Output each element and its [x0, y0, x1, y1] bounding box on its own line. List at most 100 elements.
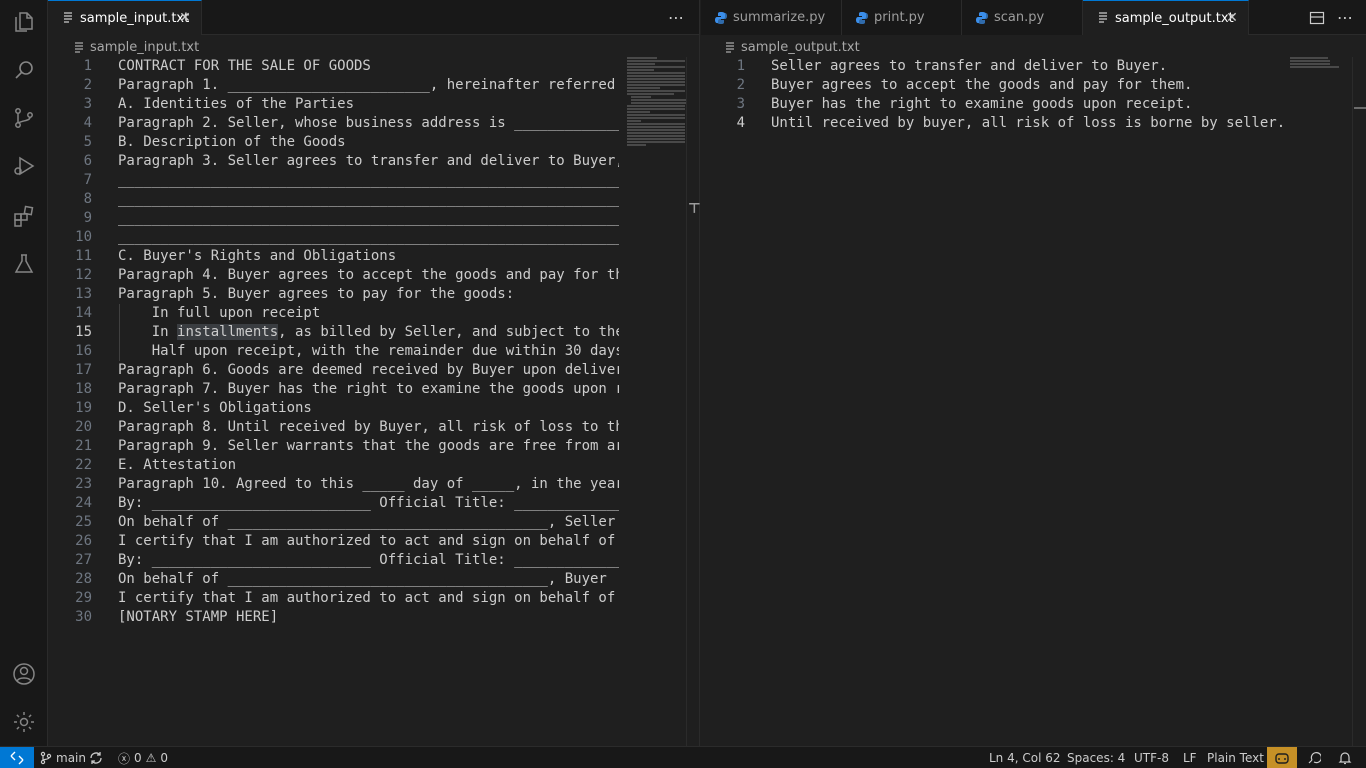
more-actions-icon[interactable]: ⋯ [668, 0, 684, 35]
code-line[interactable]: 11 C. Buyer's Rights and Obligations [48, 247, 620, 266]
remote-indicator[interactable] [0, 747, 34, 768]
code-editor-right[interactable]: 1 Seller agrees to transfer and deliver t… [701, 57, 1286, 746]
code-line[interactable]: 27 By: __________________________ Officia… [48, 551, 620, 570]
close-icon[interactable]: ✕ [1224, 10, 1240, 26]
code-line[interactable]: 8 _______________________________________… [48, 190, 620, 209]
tab-sample-input[interactable]: sample_input.txt ✕ [48, 0, 202, 35]
line-text: Paragraph 7. Buyer has the right to exam… [118, 381, 619, 397]
code-line[interactable]: 26 I certify that I am authorized to act … [48, 532, 620, 551]
minimap-line [627, 120, 641, 122]
code-line[interactable]: 15 In installments, as billed by Seller,… [48, 323, 620, 342]
line-number: 16 [75, 343, 92, 359]
code-line[interactable]: 21 Paragraph 9. Seller warrants that the … [48, 437, 620, 456]
code-line[interactable]: 30 [NOTARY STAMP HERE] [48, 608, 620, 627]
language-mode[interactable]: Plain Text [1207, 747, 1264, 768]
minimap-line [627, 105, 685, 107]
feedback-icon[interactable] [1307, 747, 1321, 768]
indentation[interactable]: Spaces: 4 [1067, 747, 1125, 768]
sync-icon[interactable] [89, 747, 103, 768]
code-line[interactable]: 3 A. Identities of the Parties [48, 95, 620, 114]
problems-indicator[interactable]: ⓧ 0 ⚠ 0 [118, 747, 168, 768]
line-number: 13 [75, 286, 92, 302]
line-text: ________________________________________… [118, 229, 619, 245]
code-line[interactable]: 2 Buyer agrees to accept the goods and pa… [701, 76, 1285, 95]
scrollbar-left[interactable] [686, 57, 700, 746]
code-line[interactable]: 3 Buyer has the right to examine goods up… [701, 95, 1285, 114]
tab-label: sample_input.txt [80, 10, 190, 26]
branch-name: main [56, 751, 86, 765]
minimap-line [627, 60, 685, 62]
code-line[interactable]: 12 Paragraph 4. Buyer agrees to accept th… [48, 266, 620, 285]
editor-group-left: sample_input.txt ✕ ⋯ sample_input.txt 1 C… [48, 0, 700, 746]
code-line[interactable]: 19 D. Seller's Obligations [48, 399, 620, 418]
line-text: Buyer agrees to accept the goods and pay… [771, 77, 1193, 93]
file-lines-icon [75, 42, 83, 53]
breadcrumb[interactable]: sample_output.txt [725, 36, 860, 58]
tab-sample-output[interactable]: sample_output.txt ✕ [1083, 0, 1249, 35]
python-icon [976, 11, 988, 24]
code-line[interactable]: 7 _______________________________________… [48, 171, 620, 190]
line-text: Paragraph 5. Buyer agrees to pay for the… [118, 286, 515, 302]
code-line[interactable]: 23 Paragraph 10. Agreed to this _____ day… [48, 475, 620, 494]
explorer-icon[interactable] [12, 10, 36, 34]
testing-icon[interactable] [12, 252, 36, 276]
line-ending[interactable]: LF [1183, 747, 1197, 768]
code-line[interactable]: 16 Half upon receipt, with the remainder… [48, 342, 620, 361]
minimap-line [627, 87, 660, 89]
code-line[interactable]: 25 On behalf of _________________________… [48, 513, 620, 532]
code-line[interactable]: 5 B. Description of the Goods [48, 133, 620, 152]
minimap-right[interactable] [1290, 57, 1350, 69]
code-line[interactable]: 10 ______________________________________… [48, 228, 620, 247]
more-actions-icon[interactable]: ⋯ [1337, 0, 1353, 35]
copilot-icon[interactable] [1267, 747, 1297, 768]
code-line[interactable]: 13 Paragraph 5. Buyer agrees to pay for t… [48, 285, 620, 304]
line-text: On behalf of ___________________________… [118, 571, 607, 587]
tab-summarize[interactable]: summarize.py [701, 0, 842, 35]
minimap-line [627, 141, 685, 143]
code-line[interactable]: 18 Paragraph 7. Buyer has the right to ex… [48, 380, 620, 399]
split-sash-icon[interactable]: ⊤ [688, 202, 701, 216]
minimap-left[interactable] [627, 57, 687, 147]
line-number: 6 [83, 153, 92, 169]
branch-indicator[interactable]: main [40, 747, 86, 768]
code-line[interactable]: 29 I certify that I am authorized to act … [48, 589, 620, 608]
code-line[interactable]: 4 Until received by buyer, all risk of lo… [701, 114, 1286, 133]
code-line[interactable]: 24 By: __________________________ Officia… [48, 494, 620, 513]
code-line[interactable]: 28 On behalf of _________________________… [48, 570, 620, 589]
source-control-icon[interactable] [12, 106, 36, 130]
code-line[interactable]: 17 Paragraph 6. Goods are deemed received… [48, 361, 620, 380]
account-icon[interactable] [12, 662, 36, 686]
code-line[interactable]: 2 Paragraph 1. ________________________, … [48, 76, 620, 95]
code-line[interactable]: 1 Seller agrees to transfer and deliver t… [701, 57, 1285, 76]
minimap-line [627, 93, 674, 95]
line-number: 1 [83, 58, 92, 74]
code-line[interactable]: 14 In full upon receipt [48, 304, 620, 323]
code-line[interactable]: 4 Paragraph 2. Seller, whose business add… [48, 114, 620, 133]
code-line[interactable]: 6 Paragraph 3. Seller agrees to transfer … [48, 152, 620, 171]
search-icon[interactable] [12, 58, 36, 82]
extensions-icon[interactable] [12, 204, 36, 228]
tab-print[interactable]: print.py [842, 0, 962, 35]
tab-scan[interactable]: scan.py [962, 0, 1083, 35]
notifications-bell-icon[interactable] [1338, 747, 1352, 768]
encoding[interactable]: UTF-8 [1134, 747, 1169, 768]
scrollbar-right[interactable] [1352, 57, 1366, 746]
code-line[interactable]: 20 Paragraph 8. Until received by Buyer, … [48, 418, 620, 437]
breadcrumb[interactable]: sample_input.txt [74, 36, 199, 58]
code-editor-left[interactable]: 1 CONTRACT FOR THE SALE OF GOODS 2 Paragrap… [48, 57, 620, 746]
cursor-position[interactable]: Ln 4, Col 62 [989, 747, 1061, 768]
line-number: 19 [75, 400, 92, 416]
line-number: 3 [736, 96, 745, 112]
code-line[interactable]: 22 E. Attestation [48, 456, 620, 475]
error-icon: ⓧ [118, 751, 131, 766]
line-text: C. Buyer's Rights and Obligations [118, 248, 397, 264]
manage-gear-icon[interactable] [12, 710, 36, 734]
close-icon[interactable]: ✕ [177, 10, 193, 26]
code-line[interactable]: 1 CONTRACT FOR THE SALE OF GOODS [48, 57, 620, 76]
line-number: 23 [75, 476, 92, 492]
run-debug-icon[interactable] [12, 154, 36, 178]
split-editor-icon[interactable] [1309, 0, 1325, 35]
line-number: 27 [75, 552, 92, 568]
line-number: 2 [83, 77, 92, 93]
code-line[interactable]: 9 _______________________________________… [48, 209, 620, 228]
